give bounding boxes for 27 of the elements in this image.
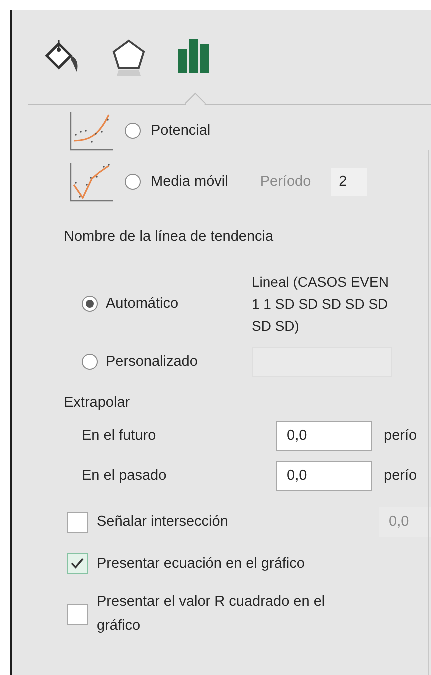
option-label: Presentar el valor R cuadrado en el gráfico — [97, 593, 326, 636]
section-heading: Nombre de la línea de tendencia — [63, 229, 275, 245]
unit-label: perío — [383, 428, 418, 444]
option-label: Señalar intersección — [97, 514, 228, 530]
number-field[interactable]: 0,0 — [276, 461, 372, 491]
trendline-name: Lineal (CASOS EVEN 1 1 SD SD SD SD SD SD SD) — [252, 273, 390, 336]
unit-label: perío — [383, 468, 418, 484]
field-label: En el pasado — [82, 468, 168, 484]
curve-chart-icon — [69, 110, 115, 152]
checkbox[interactable] — [67, 512, 88, 532]
checkmark-icon — [71, 558, 84, 569]
checkbox[interactable] — [67, 553, 88, 574]
section-heading: Extrapolar — [63, 395, 132, 411]
line-chart-icon — [69, 160, 115, 202]
number-field[interactable]: 0,0 — [276, 421, 372, 451]
pentagon-icon — [111, 38, 147, 78]
option-label: Potencial — [151, 122, 211, 138]
option-label: Automático — [106, 296, 179, 312]
radio-button[interactable] — [125, 122, 141, 138]
radio-button[interactable] — [82, 296, 98, 312]
option-label: Media móvil — [151, 174, 228, 190]
radio-button[interactable] — [82, 354, 98, 370]
checkbox[interactable] — [67, 604, 88, 624]
option-label: Personalizado — [106, 354, 198, 370]
option-label: Presentar ecuación en el gráfico — [97, 556, 305, 572]
field-label: En el futuro — [82, 428, 158, 444]
period-label: Período — [260, 174, 312, 190]
